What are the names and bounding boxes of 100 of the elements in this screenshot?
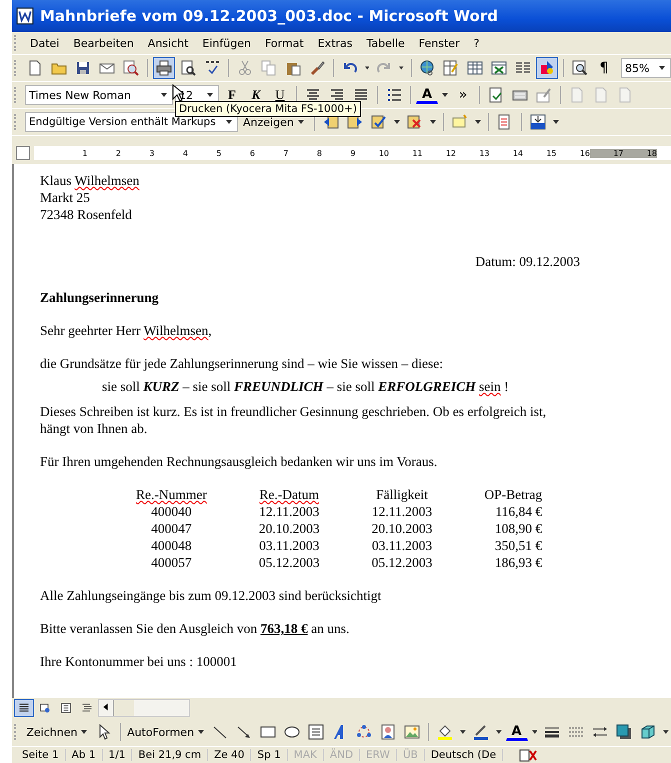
caret-icon [198, 730, 204, 734]
horizontal-scrollbar[interactable] [98, 699, 190, 717]
caret-icon [226, 120, 232, 124]
status-field: Bei 21,9 cm [132, 749, 208, 761]
letter-text: Dieses Schreiben ist kurz. Es ist in freundlicher Gesinnung geschrieben. Ob es erfolgreich ist, hängt von Ihnen ab. [40, 403, 548, 437]
normal-view-icon [18, 702, 30, 714]
align-center-icon[interactable] [305, 87, 321, 103]
zoom-dropdown[interactable]: 85% [621, 58, 671, 78]
menu-item[interactable]: Einfügen [195, 34, 258, 52]
accept-change-icon[interactable] [370, 114, 387, 130]
magnifier-icon [123, 60, 140, 76]
ruler-number: 17 [590, 148, 624, 158]
table-cell-text: 400047 [150, 520, 193, 537]
text-box-icon[interactable] [308, 724, 324, 740]
comment-icon[interactable] [452, 114, 468, 130]
form-field-icon[interactable] [536, 87, 552, 103]
caret-icon[interactable] [442, 93, 448, 97]
status-field: 1/1 [102, 749, 132, 761]
document-map-icon [572, 60, 588, 76]
page-check-icon[interactable] [488, 87, 504, 103]
horizontal-ruler[interactable]: 1 2 3 4 5 6 7 8 9 10 11 12 13 14 15 16 17 18 [34, 146, 671, 160]
diagram-icon[interactable] [356, 724, 372, 740]
menu-item[interactable]: ? [466, 34, 486, 52]
autoshapes-button[interactable]: AutoFormen [126, 721, 208, 743]
globe-icon [419, 60, 436, 76]
document-icon [27, 60, 44, 76]
caret-icon[interactable] [474, 120, 481, 124]
ruler-number: 6 [248, 148, 255, 158]
align-right-icon[interactable] [329, 87, 345, 103]
printer-icon [156, 60, 172, 76]
reject-change-icon[interactable] [406, 114, 423, 130]
shadow-icon[interactable] [616, 724, 632, 740]
caret-icon[interactable] [532, 730, 538, 734]
menu-item[interactable]: Ansicht [140, 34, 196, 52]
ruler-number: 4 [182, 148, 188, 158]
clipboard-icon [284, 60, 301, 76]
document-w-icon [16, 7, 34, 25]
caret-icon[interactable] [399, 66, 404, 70]
reviewing-pane-icon[interactable] [530, 114, 546, 130]
web-view-icon [39, 702, 51, 714]
menu-item[interactable]: Fenster [412, 34, 467, 52]
font-color-button[interactable]: A [416, 86, 438, 104]
caret-icon[interactable] [496, 730, 502, 734]
page-view-icon [60, 702, 72, 714]
letter-text: sie soll KURZ – sie soll FREUNDLICH – sie soll ERFOLGREICH sein ! [101, 378, 510, 395]
arrow-style-icon[interactable] [592, 724, 608, 740]
ruler-number: 14 [512, 148, 523, 158]
table-cell-text: 400048 [150, 537, 193, 554]
column-header: Re.-Datum [258, 486, 320, 503]
ruler-number: 3 [148, 148, 154, 158]
caret-icon[interactable] [460, 730, 466, 734]
justify-icon[interactable] [353, 87, 369, 103]
table-icon [467, 60, 484, 76]
font-color-button[interactable]: A [506, 723, 528, 741]
rectangle-icon[interactable] [260, 724, 276, 740]
arrow-icon[interactable] [236, 724, 252, 740]
menu-item[interactable]: Bearbeiten [66, 34, 141, 52]
caret-icon[interactable] [663, 730, 670, 734]
menu-item[interactable]: Datei [23, 34, 66, 52]
table-cell-text: 20.10.2003 [258, 520, 321, 537]
caret-icon[interactable] [552, 120, 559, 124]
letter-text: 72348 Rosenfeld [40, 206, 133, 223]
table-cell-text: 400057 [150, 554, 193, 571]
more-button[interactable]: » [452, 84, 474, 106]
line-color-icon[interactable] [472, 724, 489, 740]
pilcrow-button[interactable]: ¶ [593, 57, 615, 79]
line-icon[interactable] [212, 724, 228, 740]
toolbar-button[interactable] [536, 57, 558, 79]
menu-item[interactable]: Format [258, 34, 311, 52]
draw-menu-button[interactable]: Zeichnen [24, 721, 91, 743]
font-dropdown[interactable]: Times New Roman [25, 85, 173, 105]
tab-selector[interactable] [16, 146, 30, 160]
picture-icon[interactable] [404, 724, 420, 740]
tooltip: Drucken (Kyocera Mita FS-1000+) [175, 101, 361, 117]
letter-text: Datum: 09.12.2003 [474, 253, 580, 270]
fill-bucket-icon[interactable] [437, 724, 454, 740]
menu-item[interactable]: Extras [310, 34, 360, 52]
letter-text: Bitte veranlassen Sie den Ausgleich von 763,18 € an uns. [40, 620, 350, 637]
letter-text: Für Ihren umgehenden Rechnungsausgleich bedanken wir uns im Voraus. [40, 453, 438, 470]
ruler-number: 8 [316, 148, 322, 158]
spellcheck-icon [204, 60, 220, 76]
caret-icon[interactable] [430, 120, 436, 124]
ruler-number: 1 [81, 148, 88, 158]
clip-art-icon[interactable] [380, 724, 396, 740]
previous-change-icon[interactable] [322, 114, 339, 130]
caret-icon[interactable] [364, 66, 369, 70]
ruler-number: 16 [578, 148, 590, 158]
status-field: MAK [288, 749, 324, 761]
menu-item[interactable]: Tabelle [360, 34, 412, 52]
cube-icon[interactable] [640, 724, 656, 740]
bulleted-list-icon[interactable] [386, 87, 402, 103]
book-cross-icon [519, 748, 538, 762]
caret-icon[interactable] [394, 120, 400, 124]
oval-icon[interactable] [284, 724, 300, 740]
next-change-icon[interactable] [346, 114, 363, 130]
table-cell-text: 05.12.2003 [370, 554, 434, 571]
toolbar-button[interactable] [153, 57, 175, 79]
view-button[interactable] [14, 699, 34, 717]
letter-text: Alle Zahlungseingänge bis zum 09.12.2003 sind berücksichtigt [40, 587, 382, 604]
ruler-number: 15 [545, 148, 556, 158]
